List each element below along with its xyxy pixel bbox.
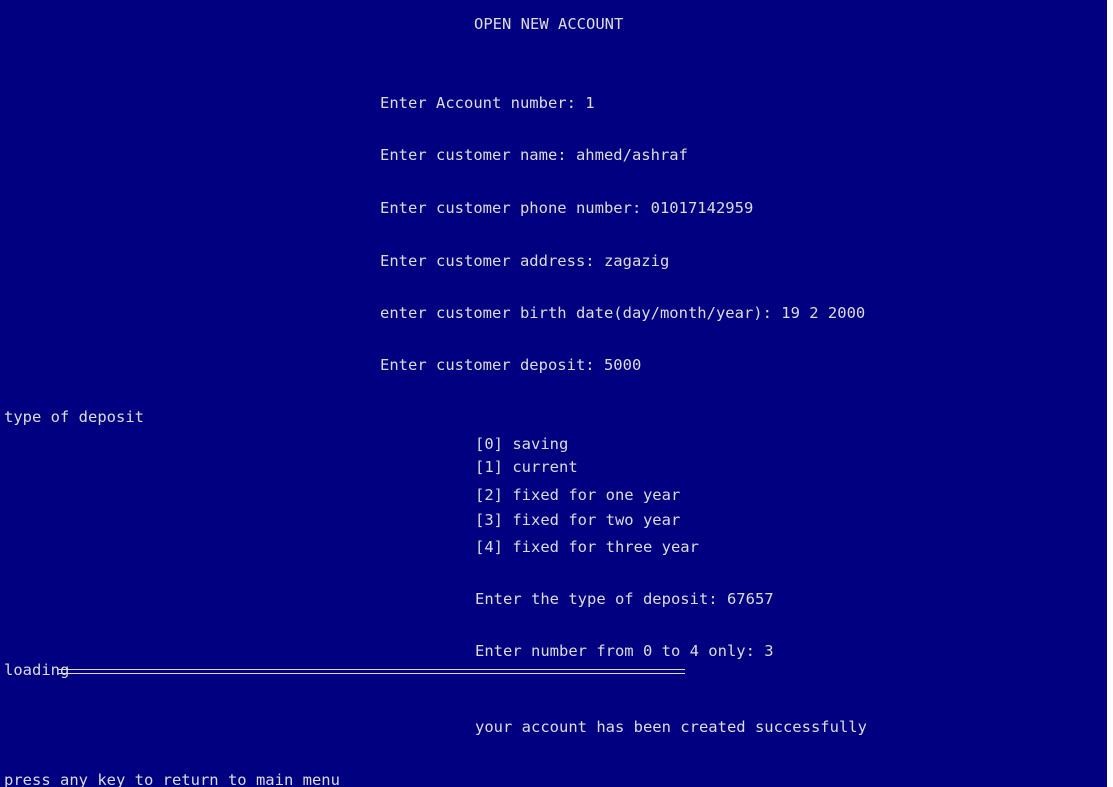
return-prompt: press any key to return to main menu	[4, 771, 340, 787]
deposit-option: [4] fixed for three year	[475, 538, 699, 556]
deposit-option: [2] fixed for one year	[475, 486, 681, 504]
console-header: OPEN NEW ACCOUNT	[474, 15, 624, 33]
deposit-option: [3] fixed for two year	[475, 511, 681, 529]
success-message: your account has been created successful…	[475, 718, 867, 736]
customer-name-prompt: Enter customer name: ahmed/ashraf	[380, 146, 688, 164]
deposit-type-label: type of deposit	[4, 408, 144, 426]
deposit-type-prompt: Enter the type of deposit: 67657	[475, 590, 774, 608]
deposit-option: [1] current	[475, 458, 578, 476]
account-number-prompt: Enter Account number: 1	[380, 94, 595, 112]
console-window[interactable]: OPEN NEW ACCOUNT Enter Account number: 1…	[0, 0, 1107, 787]
phone-number-prompt: Enter customer phone number: 01017142959	[380, 199, 754, 217]
range-prompt: Enter number from 0 to 4 only: 3	[475, 642, 774, 660]
deposit-prompt: Enter customer deposit: 5000	[380, 356, 642, 374]
deposit-option: [0] saving	[475, 435, 569, 453]
address-prompt: Enter customer address: zagazig	[380, 252, 670, 270]
loading-bar	[58, 669, 685, 674]
birth-date-prompt: enter customer birth date(day/month/year…	[380, 304, 866, 322]
screen: OPEN NEW ACCOUNT Enter Account number: 1…	[0, 0, 1113, 787]
